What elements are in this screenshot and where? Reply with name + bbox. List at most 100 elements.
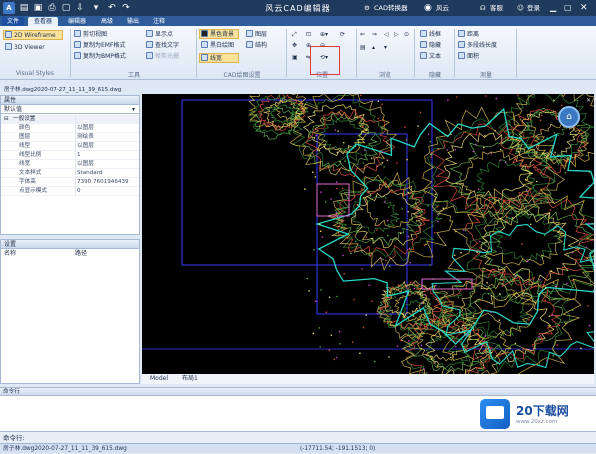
converter-button[interactable]: CAD转换器 [374, 2, 408, 14]
survey-point [477, 188, 480, 191]
drawing-canvas[interactable]: ⌂ ✕ [142, 94, 594, 374]
wireframe-toggle[interactable]: 线框 [420, 30, 441, 39]
property-row[interactable]: 线宽 以图层 [1, 160, 139, 169]
survey-point [424, 192, 427, 194]
survey-point [334, 129, 337, 131]
survey-point [415, 220, 418, 222]
clip-icon [74, 30, 81, 37]
zoom-tool-icon[interactable]: ⊕▾ [320, 30, 328, 39]
tab-model[interactable]: Model [150, 374, 168, 384]
property-row[interactable]: 文本样式 Standard [1, 169, 139, 178]
survey-point [341, 114, 343, 116]
survey-point [517, 94, 519, 96]
forward-icon[interactable]: ⇒ [372, 30, 377, 39]
survey-point [535, 152, 538, 154]
survey-point [417, 125, 419, 127]
clip-view-button[interactable]: 剪切视图 [74, 30, 107, 39]
tab-advanced[interactable]: 高级 [96, 17, 118, 26]
survey-point [386, 159, 389, 162]
zoom-extents-icon[interactable]: ⤢ [292, 30, 297, 39]
copy-emf-button[interactable]: 复制为EMF格式 [74, 41, 125, 50]
user-icon[interactable]: ☺ [517, 2, 524, 14]
survey-point [564, 172, 566, 174]
pan-icon[interactable]: ✥ [292, 41, 297, 50]
find-text-button[interactable]: 查找文字 [146, 41, 179, 50]
login-button[interactable]: 登录 [527, 2, 540, 14]
headset-icon[interactable]: ☊ [480, 2, 486, 14]
survey-point [545, 287, 547, 289]
survey-point [353, 298, 355, 301]
first-icon[interactable]: ◁ [384, 30, 389, 39]
document-tab[interactable]: 房子林.dwg2020-07-27_11_11_39_615.dwg [0, 86, 140, 94]
close-button[interactable]: ✕ [580, 2, 588, 14]
show-points-button[interactable]: 显示点 [146, 30, 173, 39]
survey-point [319, 230, 322, 232]
distance-button[interactable]: 距离 [458, 30, 479, 39]
wireframe-2d-button[interactable]: 2D Wireframe [5, 31, 56, 40]
tab-annotation[interactable]: 注释 [148, 17, 170, 26]
support-button[interactable]: 客服 [490, 2, 503, 14]
black-background-button[interactable]: 黑色背景 [201, 30, 234, 39]
back-icon[interactable]: ⇐ [360, 30, 365, 39]
survey-point [430, 153, 432, 155]
tab-file[interactable]: 文件 [2, 17, 24, 26]
line-weight-button[interactable]: 线宽 [201, 54, 222, 63]
layers-button[interactable]: 图层 [246, 30, 267, 39]
page-list-icon[interactable]: ▤ [360, 43, 366, 52]
survey-point [335, 356, 338, 359]
property-row[interactable]: 线型 以图层 [1, 142, 139, 151]
fit-icon[interactable]: ▣ [292, 53, 298, 62]
survey-point [540, 114, 543, 117]
maximize-button[interactable]: ▢ [564, 2, 572, 14]
status-file: 房子林.dwg2020-07-27_11_11_39_615.dwg [3, 446, 127, 452]
tab-editor[interactable]: 编辑器 [62, 17, 92, 26]
copy-bmp-button[interactable]: 复制为BMP格式 [74, 52, 126, 61]
next-icon[interactable]: ▷ [394, 30, 399, 39]
survey-point [335, 212, 338, 214]
survey-point [354, 240, 357, 243]
survey-point [413, 287, 416, 290]
trim-raster-button[interactable]: 修剪光栅 [146, 52, 179, 61]
page-up-icon[interactable]: ▴ [372, 43, 375, 52]
tab-viewer[interactable]: 查看器 [28, 17, 58, 26]
survey-point [342, 254, 344, 257]
rotate-icon[interactable]: ⟳ [340, 30, 345, 39]
property-row[interactable]: 线型比例 1 [1, 151, 139, 160]
survey-point [419, 111, 422, 114]
viewer-3d-button[interactable]: 3D Viewer [5, 43, 45, 52]
area-button[interactable]: 面积 [458, 52, 479, 61]
property-row[interactable]: 图层 测绘表 [1, 133, 139, 142]
property-row[interactable]: 字体高 7390.7601946439 [1, 178, 139, 187]
survey-point [586, 154, 588, 157]
properties-combo[interactable]: 默认值 ▾ [1, 105, 139, 114]
survey-point [373, 360, 376, 363]
command-line[interactable]: 命令行: [0, 431, 596, 443]
converter-icon[interactable]: ⚙ [364, 2, 370, 14]
polyline-length-button[interactable]: 多段线长度 [458, 41, 497, 50]
survey-point [368, 284, 370, 287]
page-down-icon[interactable]: ▾ [384, 43, 387, 52]
structure-button[interactable]: 结构 [246, 41, 267, 50]
tab-layout1[interactable]: 布局1 [182, 374, 198, 384]
tab-output[interactable]: 输出 [122, 17, 144, 26]
survey-point [325, 311, 328, 313]
highlight-box [310, 46, 340, 75]
canvas-close-icon[interactable]: ✕ [586, 97, 591, 104]
property-row[interactable]: 颜色 以图层 [1, 124, 139, 133]
survey-point [376, 165, 379, 168]
properties-section[interactable]: ⊟ 一般设置 [1, 115, 139, 124]
refresh-icon[interactable]: ⊙ [404, 30, 409, 39]
text-toggle[interactable]: 文本 [420, 52, 441, 61]
minimize-button[interactable]: ▁ [550, 2, 556, 14]
black-white-button[interactable]: 黑白绘图 [201, 41, 234, 50]
survey-point [328, 349, 331, 351]
hide-toggle[interactable]: 隐藏 [420, 41, 441, 50]
survey-point [511, 217, 514, 219]
survey-point [546, 359, 548, 361]
survey-point [447, 99, 449, 101]
survey-point [427, 205, 429, 207]
zoom-window-icon[interactable]: ⊡ [306, 30, 311, 39]
property-row[interactable]: 点显示模式 0 [1, 187, 139, 196]
survey-point [337, 130, 339, 132]
view-cube-icon[interactable]: ⌂ [558, 106, 580, 128]
